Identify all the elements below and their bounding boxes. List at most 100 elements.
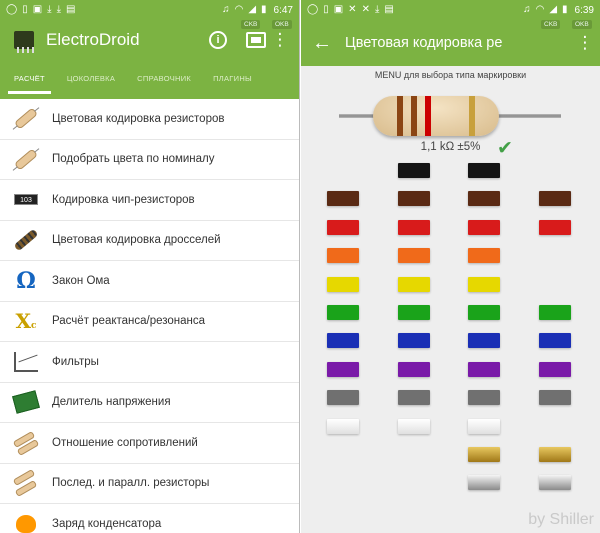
color-swatch[interactable] <box>468 418 500 434</box>
list-item-label: Закон Ома <box>52 274 110 287</box>
list-item-label: Отношение сопротивлений <box>52 436 198 449</box>
color-swatch[interactable] <box>539 475 571 491</box>
list-item-label: Заряд конденсатора <box>52 517 162 530</box>
menu-hint-text: MENU для выбора типа маркировки <box>374 70 527 80</box>
close-icon: ✕ <box>361 4 370 15</box>
color-swatch[interactable] <box>468 276 500 292</box>
list-item-label: Фильтры <box>52 355 99 368</box>
color-swatch[interactable] <box>327 248 359 264</box>
color-swatch[interactable] <box>539 447 571 462</box>
color-swatch[interactable] <box>398 418 430 434</box>
color-swatch[interactable] <box>539 191 571 207</box>
filter-icon <box>14 351 38 372</box>
color-swatch[interactable] <box>468 447 500 462</box>
color-swatch[interactable] <box>468 248 500 264</box>
color-swatch[interactable] <box>398 276 430 292</box>
color-swatch[interactable] <box>468 305 500 320</box>
color-swatch[interactable] <box>327 361 359 377</box>
info-button[interactable]: i <box>203 25 233 55</box>
color-swatch[interactable] <box>327 418 359 434</box>
whatsapp-icon: ◯ <box>307 4 319 15</box>
list-item-label: Подобрать цвета по номиналу <box>52 153 215 166</box>
color-swatch[interactable] <box>398 390 430 406</box>
overflow-menu-button[interactable]: ⋮ <box>576 28 594 58</box>
color-swatch[interactable] <box>327 191 359 207</box>
color-swatch[interactable] <box>398 361 430 377</box>
color-swatch[interactable] <box>539 333 571 349</box>
wifi-icon: ◠ <box>535 4 545 15</box>
color-swatch[interactable] <box>327 276 359 292</box>
list-item[interactable]: Отношение сопротивлений <box>0 423 299 464</box>
color-swatch[interactable] <box>468 191 500 207</box>
more-vert-icon: ⋮ <box>271 30 289 49</box>
tab-plugins[interactable]: ПЛАГИНЫ <box>205 74 260 94</box>
color-swatch[interactable] <box>327 333 359 349</box>
pcb-icon <box>12 390 40 415</box>
color-swatch[interactable] <box>468 333 500 349</box>
arrow-back-icon: ← <box>312 31 332 54</box>
capacitor-icon <box>16 514 36 533</box>
network-speed-badge: CKB <box>241 20 261 29</box>
resistor-icon <box>13 148 39 171</box>
list-item[interactable]: Цветовая кодировка резисторов <box>0 99 299 140</box>
tab-reference[interactable]: СПРАВОЧНИК <box>129 74 199 94</box>
list-item[interactable]: Фильтры <box>0 342 299 383</box>
list-item[interactable]: Послед. и паралл. резисторы <box>0 464 299 504</box>
back-button[interactable]: ← <box>307 28 337 58</box>
color-swatch[interactable] <box>539 305 571 320</box>
list-item[interactable]: Xc Расчёт реактанса/резонанса <box>0 302 299 342</box>
pinout-button[interactable] <box>241 25 271 55</box>
color-swatch[interactable] <box>539 390 571 406</box>
color-swatch[interactable] <box>398 248 430 264</box>
list-item[interactable]: Заряд конденсатора <box>0 504 299 533</box>
list-item[interactable]: 103 Кодировка чип-резисторов <box>0 180 299 221</box>
color-swatch[interactable] <box>468 390 500 406</box>
notification-icon: ▯ <box>22 4 28 15</box>
resistance-value-row: 1,1 kΩ ±5% ✔ <box>301 138 600 163</box>
download-icon: ⤓ <box>56 4 62 15</box>
color-swatch[interactable] <box>398 163 430 178</box>
smd-chip-icon: 103 <box>14 194 38 206</box>
image-icon: ▣ <box>333 4 344 15</box>
resistor-band <box>411 96 417 136</box>
color-swatch[interactable] <box>327 219 359 235</box>
color-swatch[interactable] <box>468 475 500 491</box>
resistor-image <box>301 83 600 141</box>
tab-calculation[interactable]: РАСЧЁТ <box>6 74 53 94</box>
download-icon: ⤓ <box>47 4 52 15</box>
tab-pinouts[interactable]: ЦОКОЛЕВКА <box>59 74 123 94</box>
color-swatch[interactable] <box>398 333 430 349</box>
color-swatch[interactable] <box>468 361 500 377</box>
list-item-label: Цветовая кодировка дросселей <box>52 234 221 247</box>
battery-icon: ▮ <box>562 4 568 15</box>
color-swatch[interactable] <box>468 163 500 178</box>
color-picker-columns <box>301 163 600 503</box>
list-item[interactable]: Подобрать цвета по номиналу <box>0 140 299 180</box>
color-swatch[interactable] <box>398 305 430 320</box>
shop-icon: ▤ <box>384 4 394 15</box>
resistor-icon <box>13 107 39 130</box>
chip-icon <box>246 32 266 48</box>
status-time: 6:47 <box>273 4 293 16</box>
network-speed-badge: CKB <box>541 20 561 29</box>
color-swatch[interactable] <box>398 219 430 235</box>
resistance-value: 1,1 kΩ ±5% <box>420 141 481 153</box>
overflow-menu-button[interactable]: ⋮ <box>271 25 289 55</box>
list-item-label: Делитель напряжения <box>52 396 171 409</box>
color-swatch[interactable] <box>327 390 359 406</box>
list-item[interactable]: Цветовая кодировка дросселей <box>0 221 299 261</box>
color-swatch[interactable] <box>468 219 500 235</box>
color-swatch[interactable] <box>398 191 430 207</box>
list-item[interactable]: Делитель напряжения <box>0 383 299 423</box>
whatsapp-icon: ◯ <box>6 4 18 15</box>
list-item[interactable]: Ω Закон Ома <box>0 261 299 302</box>
list-item-label: Цветовая кодировка резисторов <box>52 112 225 125</box>
electrodroid-main-screen: ◯ ▯ ▣ ⤓ ⤓ ▤ ♫ ◠ ◢ ▮ 6:47 CKB OKB Electro… <box>0 0 300 533</box>
color-swatch[interactable] <box>327 305 359 320</box>
color-swatch[interactable] <box>539 361 571 377</box>
list-item-label: Расчёт реактанса/резонанса <box>52 315 206 328</box>
resistor-pair-icon <box>12 430 40 456</box>
app-logo-icon <box>10 27 38 53</box>
color-swatch[interactable] <box>539 219 571 235</box>
more-vert-icon: ⋮ <box>576 33 594 52</box>
